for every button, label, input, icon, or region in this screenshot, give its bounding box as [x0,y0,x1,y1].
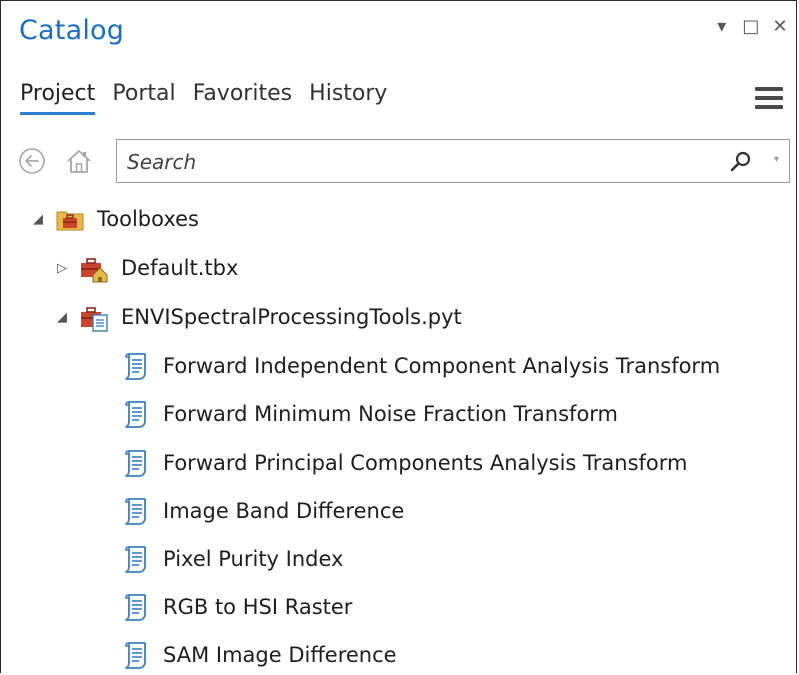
script-tool-icon [125,353,146,380]
tree-label: Pixel Purity Index [163,547,344,571]
tree-label: ENVISpectralProcessingTools.pyt [121,305,462,329]
folder-toolbox-icon [56,211,84,231]
tree-item-tool[interactable]: Forward Principal Components Analysis Tr… [121,443,687,483]
tree-item-default-tbx[interactable]: ▷ Default.tbx [55,248,238,288]
tree-label: RGB to HSI Raster [163,595,353,619]
python-toolbox-icon [81,307,108,332]
script-tool-icon [125,450,146,477]
search-input[interactable] [125,146,709,178]
script-tool-icon [125,594,146,621]
search-options-chevron-icon[interactable]: ▾ [774,154,779,165]
tree-item-tool[interactable]: Image Band Difference [121,491,404,531]
catalog-tabs: Project Portal Favorites History [20,81,399,121]
default-toolbox-icon [81,258,108,283]
back-arrow-icon[interactable] [17,146,47,176]
tree-item-tool[interactable]: SAM Image Difference [121,635,397,675]
hamburger-menu-icon[interactable] [755,87,783,109]
catalog-pane: Catalog ▾ □ ✕ Project Portal Favorites H… [0,0,797,673]
tree-label: SAM Image Difference [163,643,397,667]
maximize-icon[interactable]: □ [741,15,761,39]
tree-label: Image Band Difference [163,499,405,523]
tree-label: Forward Independent Component Analysis T… [163,354,721,378]
search-icon[interactable] [729,150,753,174]
script-tool-icon [125,401,146,428]
tree-item-tool[interactable]: Pixel Purity Index [121,539,343,579]
search-box: ▾ [116,139,790,183]
title-bar: Catalog ▾ □ ✕ [1,1,796,63]
collapse-triangle-icon[interactable]: ◢ [55,310,69,325]
tab-favorites[interactable]: Favorites [193,81,292,112]
script-tool-icon [125,546,146,573]
close-icon[interactable]: ✕ [770,15,790,39]
tree-item-toolboxes[interactable]: ◢ Toolboxes [31,199,199,239]
window-controls: ▾ □ ✕ [708,15,790,39]
tab-history[interactable]: History [309,81,387,112]
tree-label: Toolboxes [97,207,199,231]
tree-label: Forward Minimum Noise Fraction Transform [163,402,619,426]
tab-project[interactable]: Project [20,81,96,115]
script-tool-icon [125,498,146,525]
tree-item-tool[interactable]: RGB to HSI Raster [121,587,352,627]
collapse-triangle-icon[interactable]: ◢ [31,212,45,227]
navigation-bar: ▾ [17,139,790,185]
tree-item-tool[interactable]: Forward Minimum Noise Fraction Transform [121,394,618,434]
tree-item-pyt-toolbox[interactable]: ◢ ENVISpectralProcessingTools.pyt [55,297,462,337]
tree-label: Default.tbx [121,256,239,280]
pane-title: Catalog [19,15,125,46]
expand-triangle-icon[interactable]: ▷ [55,261,69,276]
script-tool-icon [125,642,146,669]
home-icon[interactable] [64,146,94,176]
tab-portal[interactable]: Portal [112,81,175,112]
pane-menu-dropdown-icon[interactable]: ▾ [712,15,732,39]
tree-label: Forward Principal Components Analysis Tr… [163,451,688,475]
tree-item-tool[interactable]: Forward Independent Component Analysis T… [121,346,720,386]
